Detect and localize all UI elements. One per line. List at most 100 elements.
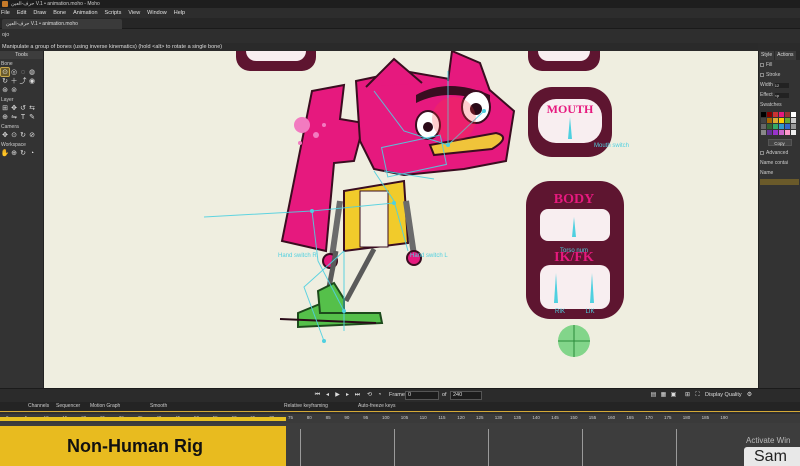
playback-speed-icon[interactable]: ◔ <box>376 392 383 399</box>
eyedropper-icon[interactable]: ✎ <box>28 113 36 121</box>
layers-search[interactable]: Name contai <box>759 158 800 168</box>
tab-channels[interactable]: Channels <box>28 403 49 409</box>
ruler-tick: 155 <box>588 415 597 420</box>
fill-row[interactable]: Fill <box>759 60 800 70</box>
text-tool-icon[interactable]: T <box>19 113 27 121</box>
tool-options-bar: ojo <box>0 29 800 43</box>
roll-camera-icon[interactable]: ↻ <box>19 131 27 139</box>
tab-motion-graph[interactable]: Motion Graph <box>90 403 120 409</box>
ruler-tick: 140 <box>532 415 540 420</box>
scale-bone-icon[interactable]: ◍ <box>28 68 36 76</box>
rotate-layer-icon[interactable]: ↺ <box>19 104 27 112</box>
advanced-checkbox[interactable] <box>760 151 764 155</box>
mouth-label: MOUTH <box>547 102 594 116</box>
ruler-tick: 95 <box>363 415 369 420</box>
bind-points-icon[interactable]: ⊚ <box>10 86 18 94</box>
ruler-tick: 100 <box>382 415 390 420</box>
menu-help[interactable]: Help <box>174 10 185 16</box>
rik-label: RIK <box>555 309 565 315</box>
ruler-tick: 105 <box>400 415 409 420</box>
interpolation-select[interactable]: Smooth <box>150 403 167 409</box>
select-bone-icon[interactable]: ◎ <box>10 68 18 76</box>
track-camera-icon[interactable]: ✥ <box>1 131 9 139</box>
pan-tilt-camera-icon[interactable]: ⊘ <box>28 131 36 139</box>
style-panel: Style Actions Fill Stroke Width 12 Effect… <box>758 51 800 388</box>
menu-scripts[interactable]: Scripts <box>105 10 122 16</box>
advanced-row[interactable]: Advanced <box>759 148 800 158</box>
fast-forward-icon[interactable]: ⏭ <box>354 392 361 399</box>
copy-button[interactable]: Copy <box>767 139 792 146</box>
hand-switch-label: Hand switch L <box>410 253 448 259</box>
onion-skin-icon[interactable]: ▤ <box>650 392 657 399</box>
tool-options-label: ojo <box>2 32 10 38</box>
menu-edit[interactable]: Edit <box>17 10 26 16</box>
frame-label: Frame <box>389 392 405 398</box>
grid-toggle-icon[interactable]: ▦ <box>660 392 667 399</box>
tab-style[interactable]: Style <box>759 51 775 60</box>
maximize-view-icon[interactable]: ⛶ <box>694 392 701 399</box>
orbit-workspace-icon[interactable]: ◔ <box>28 149 36 157</box>
lik-label: LIK <box>585 309 594 315</box>
manipulate-bones-icon[interactable]: ⊙ <box>0 67 10 77</box>
layer-row-selected[interactable] <box>760 179 799 185</box>
video-caption-banner: Non-Human Rig <box>0 426 286 466</box>
of-label: of <box>442 392 447 398</box>
fill-checkbox[interactable] <box>760 63 764 67</box>
ikfk-label: IK/FK <box>554 250 594 265</box>
auto-freeze-toggle[interactable]: Auto-freeze keys <box>358 403 396 409</box>
bone-strength-icon[interactable]: ◉ <box>28 77 36 85</box>
step-forward-icon[interactable]: ▸ <box>344 392 351 399</box>
menu-animation[interactable]: Animation <box>73 10 97 16</box>
ruler-tick: 125 <box>476 415 484 420</box>
play-icon[interactable]: ▶ <box>334 392 341 399</box>
tab-actions[interactable]: Actions <box>775 51 796 60</box>
width-field[interactable]: 12 <box>774 82 789 88</box>
stroke-checkbox[interactable] <box>760 73 764 77</box>
rotate-bone-icon[interactable]: ↻ <box>1 77 9 85</box>
tools-panel-title: Tools <box>0 51 43 59</box>
tab-sequencer[interactable]: Sequencer <box>56 403 80 409</box>
add-bone-icon[interactable]: ＋ <box>10 77 18 85</box>
swatch-grid[interactable] <box>759 110 800 137</box>
menu-draw[interactable]: Draw <box>33 10 46 16</box>
zoom-workspace-icon[interactable]: ⊕ <box>10 149 18 157</box>
set-origin-icon[interactable]: ⊕ <box>1 113 9 121</box>
reparent-bone-icon[interactable]: ⤴ <box>19 77 27 85</box>
flip-layer-icon[interactable]: ⇋ <box>10 113 18 121</box>
move-layer-icon[interactable]: ✥ <box>10 104 18 112</box>
loop-icon[interactable]: ⟲ <box>366 392 373 399</box>
preview-icon[interactable]: ▣ <box>670 392 677 399</box>
zoom-camera-icon[interactable]: ⊙ <box>10 131 18 139</box>
pan-hand-icon[interactable]: ✋ <box>1 149 10 157</box>
zoom-fit-icon[interactable]: ⊞ <box>684 392 691 399</box>
moho-window: حرف-العين V.1 • animation.moho - Moho Fi… <box>0 0 800 466</box>
menu-view[interactable]: View <box>128 10 140 16</box>
stroke-row[interactable]: Stroke <box>759 70 800 80</box>
menu-bone[interactable]: Bone <box>53 10 66 16</box>
keyframe-line <box>676 429 677 466</box>
rotate-workspace-icon[interactable]: ↻ <box>19 149 27 157</box>
display-quality-label[interactable]: Display Quality <box>705 392 742 398</box>
menu-file[interactable]: File <box>1 10 10 16</box>
rewind-icon[interactable]: ⏮ <box>314 392 321 399</box>
hand-switch-r-label: Hand switch R <box>278 253 317 259</box>
translate-bone-icon[interactable]: ◌ <box>19 68 27 76</box>
relative-keyframing-toggle[interactable]: Relative keyframing <box>284 403 328 409</box>
bind-layer-icon[interactable]: ⊛ <box>1 86 9 94</box>
step-back-icon[interactable]: ◂ <box>324 392 331 399</box>
keyframe-line <box>394 429 395 466</box>
document-tab[interactable]: حرف-العين V.1 • animation.moho <box>2 19 122 29</box>
workspace-canvas[interactable]: Hand switch L Hand switch R MOUTH Mouth … <box>44 51 758 388</box>
effect-select[interactable]: <p <box>774 92 789 98</box>
total-frames-input[interactable]: 240 <box>450 391 482 400</box>
width-row: Width 12 <box>759 80 800 90</box>
window-title: حرف-العين V.1 • animation.moho - Moho <box>11 1 100 7</box>
frame-input[interactable]: 0 <box>405 391 439 400</box>
activate-windows-watermark: Activate Win <box>746 436 791 445</box>
settings-gear-icon[interactable]: ⚙ <box>746 392 753 399</box>
switch-layer-icon[interactable]: ⇆ <box>28 104 36 112</box>
menu-window[interactable]: Window <box>147 10 167 16</box>
layers-name-header: Name <box>760 170 774 176</box>
status-message: Manipulate a group of bones (using inver… <box>0 43 758 51</box>
transform-layer-icon[interactable]: ⊞ <box>1 104 9 112</box>
